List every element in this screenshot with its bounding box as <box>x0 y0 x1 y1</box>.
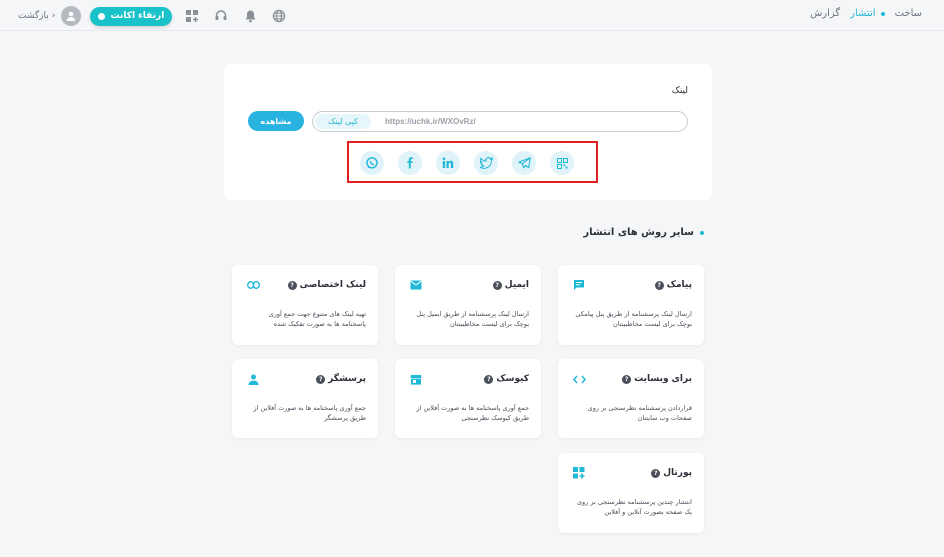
method-card-custom-link[interactable]: لینک اختصاصی ? تهیه لینک های متنوع جهت ج… <box>232 265 378 345</box>
link-url: https://uchk.ir/WXOvRz/ <box>385 117 476 126</box>
qr-code-icon[interactable] <box>550 151 574 175</box>
link-card: لینک کپی لینک https://uchk.ir/WXOvRz/ مش… <box>224 64 712 200</box>
upgrade-account-button[interactable]: ارتقاء اکانت <box>90 6 173 26</box>
apps-add-icon[interactable] <box>184 8 200 24</box>
avatar[interactable] <box>61 6 82 26</box>
nav-publish[interactable]: انتشار <box>850 8 885 19</box>
method-card-portal[interactable]: پورتال ? انتشار چندین پرسشنامه نظرسنجی ب… <box>558 453 704 533</box>
back-link[interactable]: بازگشت › <box>18 11 55 21</box>
help-icon[interactable]: ? <box>287 280 297 290</box>
nav-publish-label: انتشار <box>850 8 876 19</box>
method-desc: تهیه لینک های متنوع جهت جمع آوری پاسخنام… <box>268 310 366 328</box>
back-label: بازگشت <box>18 11 49 21</box>
method-title: کیوسک ? <box>484 374 529 384</box>
link-url-field[interactable]: کپی لینک https://uchk.ir/WXOvRz/ <box>312 111 688 132</box>
link-icon <box>246 278 260 292</box>
help-icon[interactable]: ? <box>651 468 661 478</box>
top-actions: بازگشت › ارتقاء اکانت <box>18 5 300 27</box>
method-title-label: پرسشگر <box>328 374 366 384</box>
method-title-label: کیوسک <box>496 374 529 384</box>
method-card-interviewer[interactable]: پرسشگر ? جمع آوری پاسخنامه ها به صورت آف… <box>232 359 378 438</box>
share-icons-group <box>347 141 598 183</box>
method-desc: انتشار چندین پرسشنامه نظرسنجی بر روی یک … <box>576 498 692 516</box>
link-card-title: لینک <box>671 86 688 96</box>
method-title-label: لینک اختصاصی <box>299 280 366 290</box>
method-title-label: ایمیل <box>504 280 529 290</box>
help-icon[interactable]: ? <box>622 374 632 384</box>
globe-icon[interactable] <box>271 8 287 24</box>
method-desc: قراردادن پرسشنامه نظرسنجی بر روی صفحات و… <box>587 404 692 422</box>
method-card-kiosk[interactable]: کیوسک ? جمع آوری پاسخنامه ها به صورت آفل… <box>395 359 541 438</box>
active-dot <box>880 11 885 16</box>
help-icon[interactable]: ? <box>316 374 326 384</box>
code-icon <box>572 372 586 386</box>
linkedin-icon[interactable] <box>436 151 460 175</box>
bell-icon[interactable] <box>242 8 258 24</box>
nav-report[interactable]: گزارش <box>810 8 840 19</box>
help-icon[interactable]: ? <box>484 374 494 384</box>
section-dot <box>700 230 704 235</box>
method-title-label: برای وبسایت <box>634 374 692 384</box>
method-desc: جمع آوری پاسخنامه ها به صورت آفلاین از ط… <box>416 404 529 422</box>
method-card-sms[interactable]: پیامک ? ارسال لینک پرسشنامه از طریق پنل … <box>558 265 704 345</box>
help-icon[interactable]: ? <box>492 280 502 290</box>
method-card-website[interactable]: برای وبسایت ? قراردادن پرسشنامه نظرسنجی … <box>558 359 704 438</box>
whatsapp-icon[interactable] <box>360 151 384 175</box>
main-nav: ساخت انتشار گزارش <box>810 8 922 19</box>
section-title-label: سایر روش های انتشار <box>583 227 694 238</box>
method-title-label: پورتال <box>663 468 692 478</box>
sms-icon <box>572 278 586 292</box>
method-title: پیامک ? <box>654 280 692 290</box>
method-title: لینک اختصاصی ? <box>287 280 366 290</box>
method-card-email[interactable]: ایمیل ? ارسال لینک پرسشنامه از طریق ایمی… <box>395 265 541 345</box>
method-desc: ارسال لینک پرسشنامه از طریق پنل پیامکی ب… <box>575 310 692 328</box>
method-desc: جمع آوری پاسخنامه ها به صورت آفلاین از ط… <box>253 404 366 422</box>
support-icon[interactable] <box>213 8 229 24</box>
method-title: برای وبسایت ? <box>622 374 692 384</box>
facebook-icon[interactable] <box>398 151 422 175</box>
method-title-label: پیامک <box>666 280 692 290</box>
chevron-right-icon: › <box>51 11 56 21</box>
copy-link-button[interactable]: کپی لینک <box>315 114 371 129</box>
top-bar: ساخت انتشار گزارش بازگشت › ارتقاء اکانت <box>0 0 944 31</box>
section-title: سایر روش های انتشار <box>583 227 704 238</box>
method-title: پرسشگر ? <box>316 374 366 384</box>
user-icon <box>67 11 76 21</box>
kiosk-icon <box>409 372 423 386</box>
view-button[interactable]: مشاهده <box>248 111 304 131</box>
nav-build[interactable]: ساخت <box>895 8 922 19</box>
help-icon[interactable]: ? <box>654 280 664 290</box>
method-title: پورتال ? <box>651 468 692 478</box>
upgrade-label: ارتقاء اکانت <box>110 11 165 21</box>
method-desc: ارسال لینک پرسشنامه از طریق ایمیل پنل بو… <box>416 310 529 328</box>
portal-icon <box>572 466 586 480</box>
twitter-icon[interactable] <box>474 151 498 175</box>
method-title: ایمیل ? <box>492 280 529 290</box>
telegram-icon[interactable] <box>512 151 536 175</box>
person-icon <box>246 372 260 386</box>
upgrade-dot-icon <box>98 12 106 20</box>
email-icon <box>409 278 423 292</box>
